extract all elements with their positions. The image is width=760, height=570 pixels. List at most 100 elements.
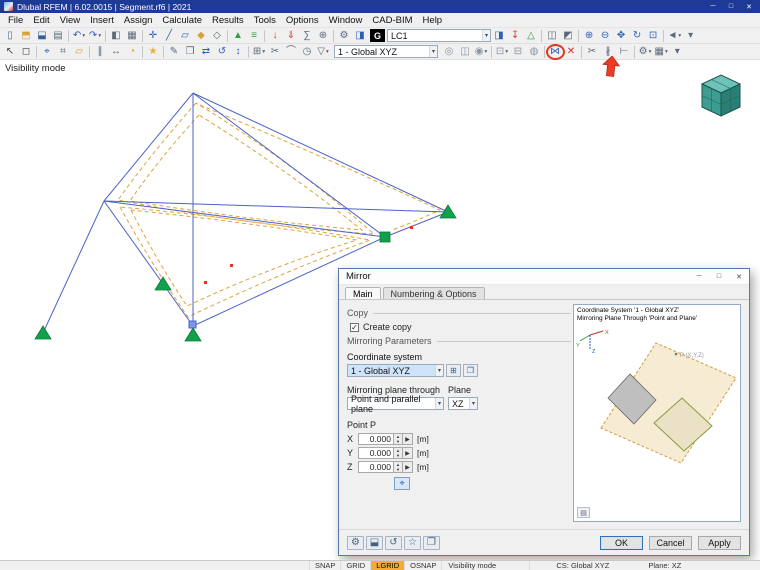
create-copy-checkbox[interactable]: ✓ xyxy=(350,322,359,332)
previous-view-button[interactable]: ◄ ▾ xyxy=(667,29,683,43)
model-canvas[interactable]: Visibility mode Mirror ─ □ ✕ Main Number… xyxy=(0,60,760,560)
load-cases-button[interactable]: ∑ xyxy=(300,29,315,43)
select-filter-button[interactable]: ⊡ ▾ xyxy=(495,45,510,59)
statusbar-toggle-snap[interactable]: SNAP xyxy=(310,561,342,570)
zoom-in-button[interactable]: ⊕ xyxy=(582,29,597,43)
guidelines-button[interactable]: ∥ xyxy=(93,45,108,59)
mirror-objects-button[interactable]: ⋈ xyxy=(545,43,565,60)
menu-tools[interactable]: Tools xyxy=(249,14,281,27)
print-button[interactable]: ▤ xyxy=(51,29,66,43)
y-spinner[interactable]: ▲ ▼ xyxy=(394,447,403,459)
tab-numbering-options[interactable]: Numbering & Options xyxy=(382,287,485,299)
edit-coordinate-system-button[interactable]: ❐ xyxy=(463,364,478,377)
x-spinner[interactable]: ▲ ▼ xyxy=(394,433,403,445)
settings-button[interactable]: ⚙ ▾ xyxy=(638,45,653,59)
minimize-button[interactable]: ─ xyxy=(704,0,722,13)
chevron-down-icon[interactable]: ▾ xyxy=(482,30,491,41)
navigation-cube[interactable] xyxy=(694,70,748,120)
filter-button[interactable]: ▽ ▾ xyxy=(316,45,331,59)
y-input[interactable]: 0.000 xyxy=(358,447,394,459)
cancel-button[interactable]: Cancel xyxy=(649,535,692,550)
grid-button[interactable]: ⌗ xyxy=(56,45,71,59)
open-model-button[interactable]: ⬒ xyxy=(19,29,34,43)
nodal-support-button[interactable]: ▲ xyxy=(231,29,246,43)
chevron-down-icon[interactable]: ▾ xyxy=(434,398,443,409)
x-input[interactable]: 0.000 xyxy=(358,433,394,445)
show-supports-button[interactable]: △ xyxy=(524,29,539,43)
z-spinner[interactable]: ▲ ▼ xyxy=(394,461,403,473)
rotate-objects-button[interactable]: ↺ xyxy=(215,45,230,59)
menu-cad-bim[interactable]: CAD-BIM xyxy=(367,14,417,27)
insert-surface-button[interactable]: ◆ xyxy=(194,29,209,43)
more-tools-button[interactable]: ▾ xyxy=(670,45,685,59)
select-point-graphically-button[interactable]: ⌖ xyxy=(394,477,410,490)
rotate-view-button[interactable]: ↻ xyxy=(630,29,645,43)
plane-select[interactable]: XZ ▾ xyxy=(448,397,478,410)
copy-objects-button[interactable]: ❐ xyxy=(183,45,198,59)
insert-solid-button[interactable]: ◇ xyxy=(210,29,225,43)
line-support-button[interactable]: ≡ xyxy=(247,29,262,43)
undo-button[interactable]: ↶ ▾ xyxy=(72,29,87,43)
spin-down-icon[interactable]: ▼ xyxy=(394,467,402,472)
coordinate-system-select[interactable]: 1 - Global XYZ ▾ xyxy=(347,364,444,377)
nodal-load-button[interactable]: ↓ xyxy=(268,29,283,43)
dialog-maximize-button[interactable]: □ xyxy=(709,269,729,284)
menu-results[interactable]: Results xyxy=(207,14,249,27)
calculate-button[interactable]: ⚙ xyxy=(337,29,352,43)
menu-assign[interactable]: Assign xyxy=(119,14,158,27)
more-views-button[interactable]: ▾ xyxy=(683,29,698,43)
redo-button[interactable]: ↷ ▾ xyxy=(88,29,103,43)
save-model-button[interactable]: ⬓ xyxy=(35,29,50,43)
results-button[interactable]: ◨ xyxy=(353,29,368,43)
tables-toggle-button[interactable]: ▦ xyxy=(125,29,140,43)
statusbar-toggle-osnap[interactable]: OSNAP xyxy=(405,561,443,570)
save-defaults-button[interactable]: ⬓ xyxy=(366,535,383,550)
move-objects-button[interactable]: ⇄ xyxy=(199,45,214,59)
menu-insert[interactable]: Insert xyxy=(85,14,119,27)
history-button[interactable]: ◷ xyxy=(300,45,315,59)
wireframe-view-button[interactable]: ◫ xyxy=(545,29,560,43)
pan-view-button[interactable]: ✥ xyxy=(614,29,629,43)
new-coordinate-system-button[interactable]: ⊞ xyxy=(446,364,461,377)
solid-view-button[interactable]: ◩ xyxy=(561,29,576,43)
display-properties-button[interactable]: ◎ xyxy=(442,45,457,59)
new-model-button[interactable]: ▯ xyxy=(3,29,18,43)
insert-node-button[interactable]: ✛ xyxy=(146,29,161,43)
z-input[interactable]: 0.000 xyxy=(358,461,394,473)
scale-objects-button[interactable]: ↕ xyxy=(231,45,246,59)
dialog-settings-button[interactable]: ⚙ xyxy=(347,535,364,550)
maximize-button[interactable]: □ xyxy=(722,0,740,13)
insert-line-button[interactable]: ╱ xyxy=(162,29,177,43)
dialog-close-button[interactable]: ✕ xyxy=(729,269,749,284)
snap-button[interactable]: ⌖ xyxy=(40,45,55,59)
clipping-box-button[interactable]: ◫ xyxy=(458,45,473,59)
menu-calculate[interactable]: Calculate xyxy=(157,14,207,27)
favorites-button[interactable]: ☆ xyxy=(404,535,421,550)
chevron-down-icon[interactable]: ▾ xyxy=(468,398,477,409)
line-grid-button[interactable]: ⊞ ▾ xyxy=(252,45,267,59)
y-pick-button[interactable]: ▶ xyxy=(403,447,413,459)
edit-objects-button[interactable]: ✎ xyxy=(167,45,182,59)
menu-help[interactable]: Help xyxy=(418,14,448,27)
mirroring-plane-select[interactable]: Point and parallel plane ▾ xyxy=(347,394,444,414)
visibility-modes-button[interactable]: ◉ ▾ xyxy=(474,45,489,59)
zoom-out-button[interactable]: ⊖ xyxy=(598,29,613,43)
section-cut-button[interactable]: ✂ xyxy=(268,45,283,59)
dimension-button[interactable]: ↔ xyxy=(109,45,124,59)
navigator-toggle-button[interactable]: ◧ xyxy=(109,29,124,43)
work-plane-button[interactable]: ▱ xyxy=(72,45,87,59)
measure-button[interactable]: ⌒ xyxy=(284,45,299,59)
trim-lines-button[interactable]: ✂ xyxy=(585,45,600,59)
visual-objects-button[interactable]: ★ xyxy=(146,45,161,59)
dialog-minimize-button[interactable]: ─ xyxy=(689,269,709,284)
spin-down-icon[interactable]: ▼ xyxy=(394,453,402,458)
delete-objects-button[interactable]: ✕ xyxy=(564,45,579,59)
coordinate-system-combo[interactable]: 1 - Global XYZ ▾ xyxy=(334,45,438,58)
show-results-button[interactable]: ◨ xyxy=(492,29,507,43)
menu-options[interactable]: Options xyxy=(281,14,324,27)
load-case-combo[interactable]: LC1 ▾ xyxy=(387,29,492,42)
apply-button[interactable]: Apply xyxy=(698,535,741,550)
dialog-title-bar[interactable]: Mirror ─ □ ✕ xyxy=(339,269,749,285)
statusbar-toggle-grid[interactable]: GRID xyxy=(341,561,372,570)
menu-edit[interactable]: Edit xyxy=(28,14,54,27)
